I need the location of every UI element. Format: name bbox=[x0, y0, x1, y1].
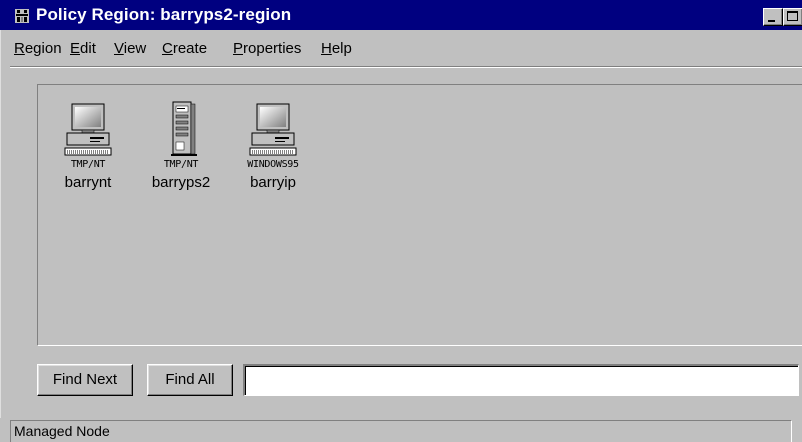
desktop-computer-icon bbox=[249, 103, 297, 156]
node-barrynt[interactable]: TMP/NT barrynt bbox=[48, 100, 128, 191]
minimize-button[interactable] bbox=[763, 8, 783, 26]
menu-separator bbox=[10, 66, 802, 68]
node-name-label: barrynt bbox=[64, 174, 112, 191]
node-name-label: barryps2 bbox=[151, 174, 211, 191]
find-all-button[interactable]: Find All bbox=[147, 364, 233, 396]
maximize-button[interactable] bbox=[783, 8, 802, 26]
maximize-icon bbox=[787, 11, 798, 21]
menu-create[interactable]: Create bbox=[162, 40, 207, 57]
find-next-button[interactable]: Find Next bbox=[37, 364, 133, 396]
app-icon bbox=[15, 9, 29, 23]
status-bar: Managed Node bbox=[0, 418, 802, 442]
node-name-label: barryip bbox=[250, 174, 296, 191]
node-barryps2[interactable]: TMP/NT barryps2 bbox=[141, 100, 221, 191]
desktop-computer-icon bbox=[64, 103, 112, 156]
node-type-label: WINDOWS95 bbox=[247, 159, 299, 170]
menu-view[interactable]: View bbox=[114, 40, 146, 57]
title-bar[interactable]: Policy Region: barryps2-region bbox=[0, 0, 802, 30]
menu-bar: Region Edit View Create Properties Help bbox=[0, 40, 802, 62]
menu-region[interactable]: Region bbox=[14, 40, 62, 57]
node-type-label: TMP/NT bbox=[70, 159, 106, 170]
node-type-label: TMP/NT bbox=[163, 159, 199, 170]
minimize-icon bbox=[768, 20, 775, 22]
window-left-edge bbox=[0, 30, 10, 442]
policy-region-window: Policy Region: barryps2-region Region Ed… bbox=[0, 0, 802, 442]
node-icon-panel[interactable]: TMP/NT barrynt TMP/NT barryps2 WINDOWS95… bbox=[37, 84, 802, 346]
find-input[interactable] bbox=[243, 364, 799, 396]
node-barryip[interactable]: WINDOWS95 barryip bbox=[233, 100, 313, 191]
menu-help[interactable]: Help bbox=[321, 40, 352, 57]
status-text: Managed Node bbox=[10, 420, 792, 442]
tower-server-icon bbox=[171, 101, 197, 156]
menu-properties[interactable]: Properties bbox=[233, 40, 301, 57]
menu-edit[interactable]: Edit bbox=[70, 40, 96, 57]
window-title: Policy Region: barryps2-region bbox=[36, 5, 292, 24]
